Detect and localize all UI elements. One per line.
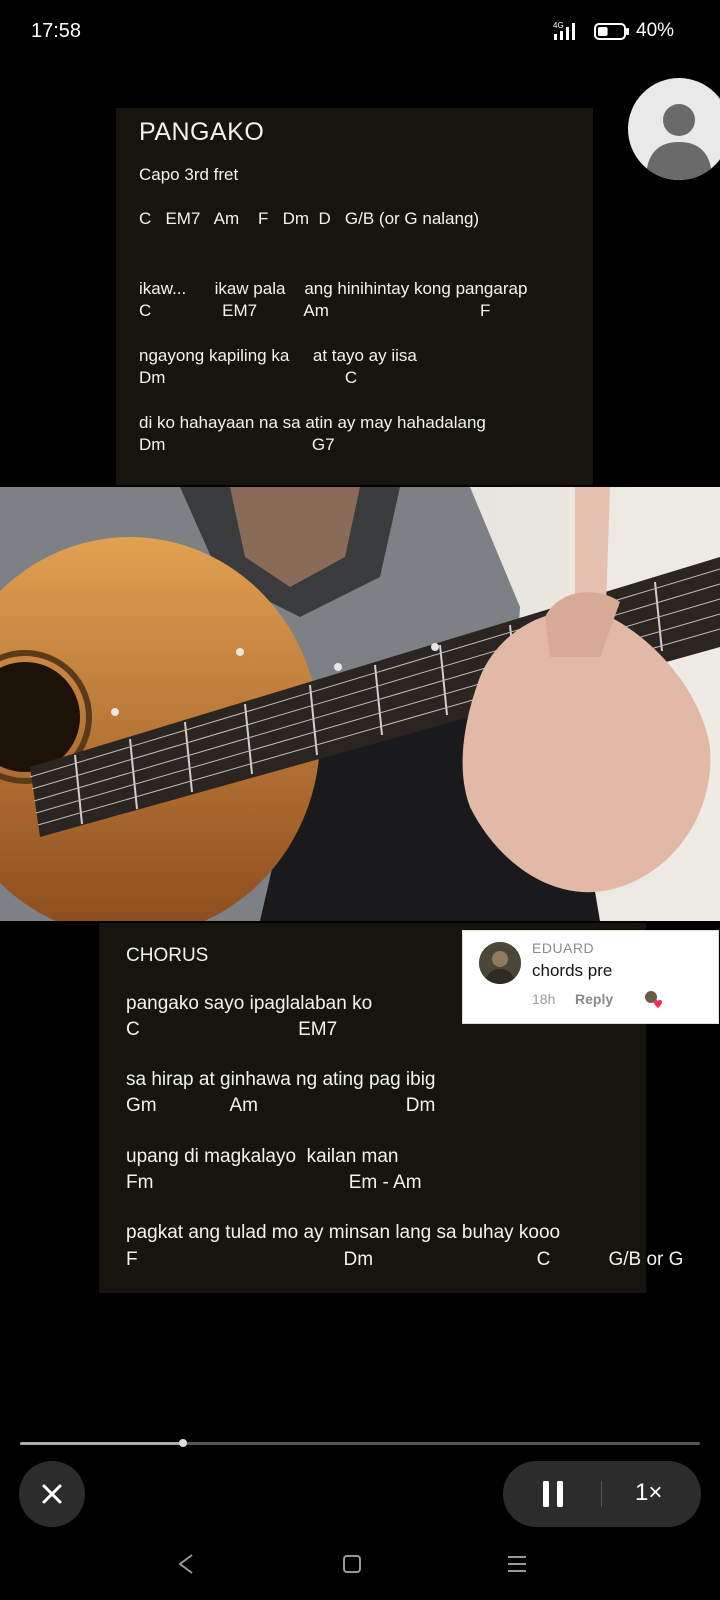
close-icon <box>42 1484 62 1504</box>
heart-reaction-icon <box>645 991 663 1008</box>
video-progress-bar[interactable] <box>20 1439 700 1447</box>
chord-line: Dm G7 <box>139 435 335 454</box>
signal-icon: 4G <box>553 21 575 40</box>
lyric-line: ikaw... ikaw pala ang hinihintay kong pa… <box>139 279 528 298</box>
lyric-line: di ko hahayaan na sa atin ay may hahadal… <box>139 413 486 432</box>
section-title: CHORUS <box>126 945 209 966</box>
network-type: 4G <box>553 21 564 30</box>
status-bar: 17:58 4G 40% <box>0 0 720 64</box>
chord-line: C EM7 Am F <box>139 301 491 320</box>
lyric-line: pangako sayo ipaglalaban ko <box>126 993 373 1014</box>
chord-line: Gm Am Dm <box>126 1095 436 1116</box>
comment-text: chords pre <box>532 961 613 980</box>
battery-icon <box>594 23 629 40</box>
pause-icon[interactable] <box>541 1479 565 1509</box>
home-icon[interactable] <box>340 1552 364 1576</box>
chords-list: C EM7 Am F Dm D G/B (or G nalang) <box>139 209 480 228</box>
status-time: 17:58 <box>31 20 82 42</box>
lyric-line: sa hirap at ginhawa ng ating pag ibig <box>126 1069 436 1090</box>
video-frame[interactable] <box>0 487 720 921</box>
commenter-avatar <box>479 942 521 984</box>
song-title: PANGAKO <box>139 118 265 146</box>
lyric-line: pagkat ang tulad mo ay minsan lang sa bu… <box>126 1222 561 1243</box>
playback-controls: 1× <box>503 1461 701 1527</box>
person-icon <box>646 104 712 180</box>
chord-line: C EM7 <box>126 1019 338 1040</box>
chord-line: Dm C <box>139 368 358 387</box>
reply-button[interactable]: Reply <box>575 991 613 1007</box>
back-icon[interactable] <box>174 1552 198 1576</box>
divider <box>601 1481 602 1507</box>
progress-fill <box>20 1442 184 1445</box>
recents-icon[interactable] <box>505 1552 529 1576</box>
guitar-video-image <box>0 487 720 921</box>
comment-sticker[interactable]: EDUARD chords pre 18h Reply <box>462 930 719 1024</box>
lyric-line: upang di magkalayo kailan man <box>126 1146 399 1167</box>
system-nav-bar <box>0 1530 720 1600</box>
progress-knob[interactable] <box>179 1439 188 1447</box>
playback-speed-button[interactable]: 1× <box>635 1479 662 1507</box>
close-button[interactable] <box>19 1461 85 1527</box>
chord-sheet-verse: PANGAKO Capo 3rd fret C EM7 Am F Dm D G/… <box>116 108 593 485</box>
commenter-name: EDUARD <box>532 940 595 956</box>
capo-note: Capo 3rd fret <box>139 165 239 184</box>
creator-avatar[interactable] <box>628 78 720 180</box>
comment-time: 18h <box>532 991 556 1007</box>
battery-percent: 40% <box>636 20 675 41</box>
chord-line: Fm Em - Am <box>126 1172 422 1193</box>
lyric-line: ngayong kapiling ka at tayo ay iisa <box>139 346 417 365</box>
chord-line: F Dm C G/B or G <box>126 1249 684 1270</box>
